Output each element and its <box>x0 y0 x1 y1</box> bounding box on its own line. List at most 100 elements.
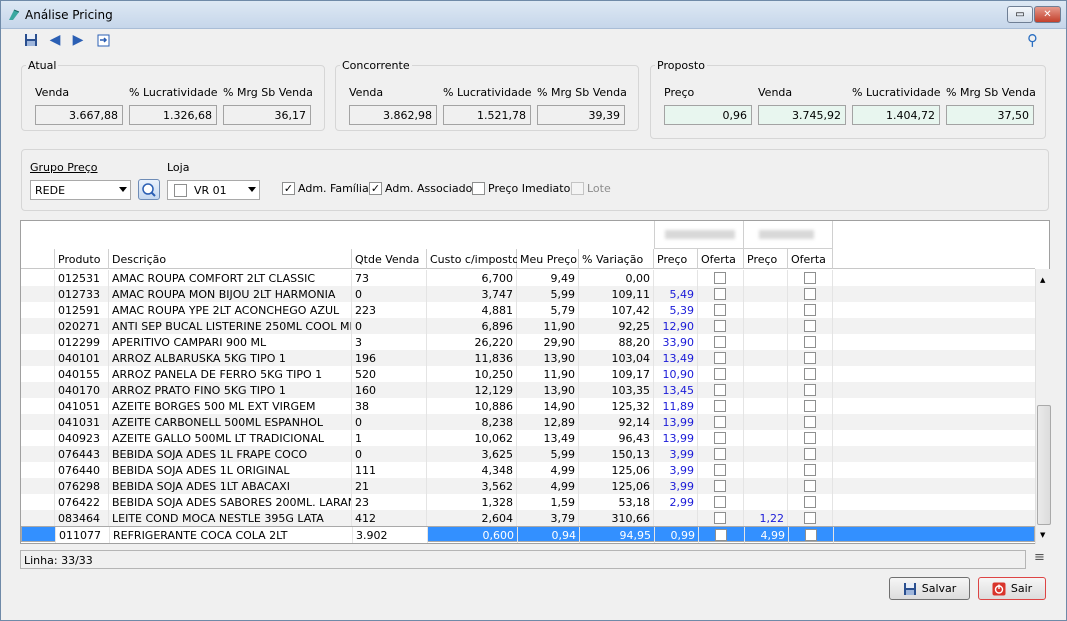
cell-preco-1[interactable]: 3,99 <box>654 478 698 494</box>
oferta-2-checkbox[interactable] <box>804 448 816 460</box>
save-toolbar-button[interactable] <box>23 32 39 48</box>
table-row[interactable]: 076422 BEBIDA SOJA ADES SABORES 200ML. LA… <box>21 494 1035 510</box>
oferta-2-checkbox[interactable] <box>804 304 816 316</box>
oferta-1-checkbox[interactable] <box>714 512 726 524</box>
oferta-1-checkbox[interactable] <box>714 352 726 364</box>
table-row[interactable]: 040170 ARROZ PRATO FINO 5KG TIPO 1 160 12,1… <box>21 382 1035 398</box>
oferta-2-checkbox[interactable] <box>804 352 816 364</box>
scroll-up-icon[interactable]: ▲ <box>1040 276 1045 284</box>
grupo-search-button[interactable] <box>138 179 160 200</box>
oferta-2-checkbox[interactable] <box>805 529 817 541</box>
scroll-thumb[interactable] <box>1037 405 1051 525</box>
cell-preco-1[interactable]: 13,45 <box>654 382 698 398</box>
cell-preco-2[interactable] <box>744 318 788 334</box>
oferta-1-checkbox[interactable] <box>714 320 726 332</box>
oferta-2-checkbox[interactable] <box>804 384 816 396</box>
adm-associado-checkbox[interactable]: ✓ <box>369 182 382 195</box>
adm-familia-checkbox[interactable]: ✓ <box>282 182 295 195</box>
oferta-2-checkbox[interactable] <box>804 400 816 412</box>
cell-preco-1[interactable]: 10,90 <box>654 366 698 382</box>
table-row[interactable]: 041051 AZEITE BORGES 500 ML EXT VIRGEM 38 1… <box>21 398 1035 414</box>
header-produto[interactable]: Produto <box>55 249 109 269</box>
cell-preco-1[interactable]: 3,99 <box>654 446 698 462</box>
cell-preco-2[interactable] <box>744 366 788 382</box>
cell-preco-2[interactable]: 4,99 <box>745 527 789 543</box>
oferta-1-checkbox[interactable] <box>714 400 726 412</box>
cell-preco-1[interactable]: 5,39 <box>654 302 698 318</box>
salvar-button[interactable]: Salvar <box>889 577 970 600</box>
oferta-2-checkbox[interactable] <box>804 368 816 380</box>
oferta-2-checkbox[interactable] <box>804 480 816 492</box>
oferta-1-checkbox[interactable] <box>714 384 726 396</box>
back-button[interactable]: ◀ <box>47 32 63 48</box>
loja-checkbox[interactable] <box>174 184 187 197</box>
cell-preco-2[interactable] <box>744 398 788 414</box>
sair-button[interactable]: Sair <box>978 577 1046 600</box>
cell-preco-1[interactable]: 0,99 <box>655 527 699 543</box>
header-preco-2[interactable]: Preço <box>744 249 788 269</box>
oferta-1-checkbox[interactable] <box>714 416 726 428</box>
oferta-1-checkbox[interactable] <box>714 272 726 284</box>
cell-preco-2[interactable] <box>744 334 788 350</box>
table-row[interactable]: 011077 REFRIGERANTE COCA COLA 2LT 3.902 0,6… <box>21 526 1035 543</box>
header-preco-1[interactable]: Preço <box>654 249 698 269</box>
table-row[interactable]: 012531 AMAC ROUPA COMFORT 2LT CLASSIC 73 6,… <box>21 270 1035 286</box>
cell-preco-1[interactable]: 13,99 <box>654 414 698 430</box>
header-oferta-1[interactable]: Oferta <box>698 249 744 269</box>
header-custo[interactable]: Custo c/imposto <box>427 249 519 269</box>
table-row[interactable]: 040101 ARROZ ALBARUSKA 5KG TIPO 1 196 11,83… <box>21 350 1035 366</box>
oferta-1-checkbox[interactable] <box>714 288 726 300</box>
cell-preco-2[interactable]: 1,22 <box>744 510 788 526</box>
oferta-2-checkbox[interactable] <box>804 288 816 300</box>
table-row[interactable]: 041031 AZEITE CARBONELL 500ML ESPANHOL 0 8,… <box>21 414 1035 430</box>
table-row[interactable]: 040155 ARROZ PANELA DE FERRO 5KG TIPO 1 52… <box>21 366 1035 382</box>
cell-preco-1[interactable]: 13,99 <box>654 430 698 446</box>
table-row[interactable]: 012591 AMAC ROUPA YPE 2LT ACONCHEGO AZUL 2… <box>21 302 1035 318</box>
cell-preco-2[interactable] <box>744 494 788 510</box>
cell-preco-2[interactable] <box>744 446 788 462</box>
oferta-1-checkbox[interactable] <box>714 464 726 476</box>
header-oferta-2[interactable]: Oferta <box>788 249 833 269</box>
cell-preco-2[interactable] <box>744 462 788 478</box>
oferta-2-checkbox[interactable] <box>804 512 816 524</box>
oferta-1-checkbox[interactable] <box>714 448 726 460</box>
cell-preco-2[interactable] <box>744 286 788 302</box>
oferta-1-checkbox[interactable] <box>714 368 726 380</box>
export-button[interactable] <box>95 32 111 48</box>
loja-select[interactable]: VR 01 <box>167 180 260 200</box>
cell-preco-2[interactable] <box>744 350 788 366</box>
preco-imediato-checkbox[interactable] <box>472 182 485 195</box>
oferta-1-checkbox[interactable] <box>714 336 726 348</box>
oferta-2-checkbox[interactable] <box>804 416 816 428</box>
cell-preco-2[interactable] <box>744 382 788 398</box>
oferta-2-checkbox[interactable] <box>804 496 816 508</box>
table-row[interactable]: 020271 ANTI SEP BUCAL LISTERINE 250ML COO… <box>21 318 1035 334</box>
scroll-down-icon[interactable]: ▼ <box>1040 531 1045 539</box>
grupo-preco-select[interactable]: REDE <box>30 180 131 200</box>
cell-preco-1[interactable]: 5,49 <box>654 286 698 302</box>
oferta-1-checkbox[interactable] <box>714 304 726 316</box>
oferta-2-checkbox[interactable] <box>804 464 816 476</box>
cell-preco-1[interactable]: 3,99 <box>654 462 698 478</box>
cell-preco-1[interactable]: 11,89 <box>654 398 698 414</box>
close-button[interactable]: ✕ <box>1034 6 1061 23</box>
cell-preco-1[interactable]: 2,99 <box>654 494 698 510</box>
cell-preco-1[interactable]: 33,90 <box>654 334 698 350</box>
cell-preco-1[interactable]: 13,49 <box>654 350 698 366</box>
oferta-2-checkbox[interactable] <box>804 336 816 348</box>
cell-preco-2[interactable] <box>744 414 788 430</box>
oferta-1-checkbox[interactable]: ✓ <box>715 529 727 541</box>
table-row[interactable]: 012299 APERITIVO CAMPARI 900 ML 3 26,220 29,… <box>21 334 1035 350</box>
table-row[interactable]: 076443 BEBIDA SOJA ADES 1L FRAPE COCO 0 3,6… <box>21 446 1035 462</box>
cell-preco-2[interactable] <box>744 478 788 494</box>
cell-preco-1[interactable] <box>654 510 698 526</box>
header-descricao[interactable]: Descrição <box>109 249 352 269</box>
oferta-2-checkbox[interactable] <box>804 432 816 444</box>
restore-button[interactable]: ▭ <box>1007 6 1033 23</box>
key-button[interactable]: ⚲ <box>1027 31 1045 49</box>
oferta-2-checkbox[interactable] <box>804 320 816 332</box>
cell-preco-2[interactable] <box>744 302 788 318</box>
table-row[interactable]: 076298 BEBIDA SOJA ADES 1LT ABACAXI 21 3,56… <box>21 478 1035 494</box>
proposto-preco-field[interactable]: 0,96 <box>664 105 752 125</box>
table-row[interactable]: 076440 BEBIDA SOJA ADES 1L ORIGINAL 111 4,3… <box>21 462 1035 478</box>
